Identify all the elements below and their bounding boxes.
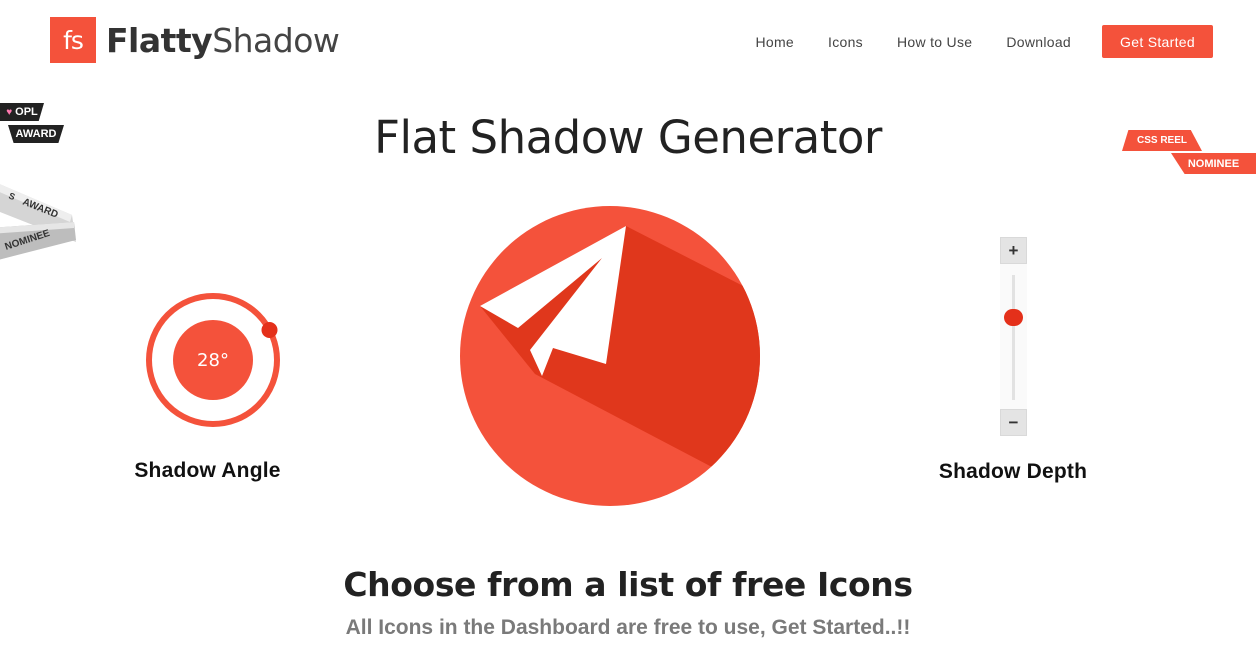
- angle-value: 28°: [197, 350, 229, 371]
- shadow-depth-slider[interactable]: + −: [1000, 237, 1027, 436]
- main-nav: Home Icons How to Use Download Get Start…: [755, 25, 1213, 58]
- icons-section-tagline: All Icons in the Dashboard are free to u…: [345, 616, 911, 639]
- depth-slider-track[interactable]: [1000, 264, 1027, 409]
- silver-award-ribbon[interactable]: S AWARD NOMINEE: [0, 170, 82, 265]
- nav-how-to-use[interactable]: How to Use: [897, 34, 972, 50]
- depth-slider-knob[interactable]: [1004, 309, 1023, 327]
- icon-preview: [460, 206, 760, 506]
- page-title: Flat Shadow Generator: [374, 111, 882, 164]
- shadow-depth-label: Shadow Depth: [938, 460, 1088, 483]
- depth-decrease-button[interactable]: −: [1000, 409, 1027, 436]
- angle-dial-handle[interactable]: [261, 322, 278, 338]
- icons-section-heading: Choose from a list of free Icons: [343, 565, 913, 604]
- nav-icons[interactable]: Icons: [828, 34, 863, 50]
- nav-download[interactable]: Download: [1006, 34, 1071, 50]
- logo-wordmark-bold: Flatty: [106, 20, 213, 60]
- nav-home[interactable]: Home: [755, 34, 794, 50]
- depth-increase-button[interactable]: +: [1000, 237, 1027, 264]
- shadow-angle-dial[interactable]: 28°: [143, 290, 283, 430]
- depth-slider-rail: [1012, 275, 1015, 400]
- get-started-button[interactable]: Get Started: [1102, 25, 1213, 58]
- shadow-angle-label: Shadow Angle: [134, 459, 281, 482]
- logo-wordmark-light: Shadow: [212, 20, 340, 60]
- logo-wordmark: FlattyShadow: [106, 20, 340, 60]
- logo-mark: fs: [50, 17, 96, 63]
- brand-logo[interactable]: fs FlattyShadow: [50, 17, 340, 63]
